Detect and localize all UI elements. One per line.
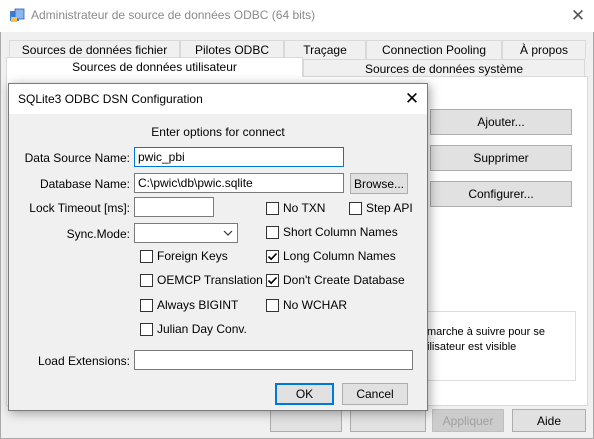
short-column-names-checkbox[interactable]: Short Column Names: [266, 225, 398, 239]
short-column-names-label: Short Column Names: [283, 225, 398, 239]
checkbox-box: [140, 298, 153, 312]
checkbox-box: [140, 249, 153, 263]
lock-timeout-label: Lock Timeout [ms]:: [29, 201, 130, 215]
julian-day-checkbox[interactable]: Julian Day Conv.: [140, 322, 247, 336]
chevron-down-icon: [223, 230, 233, 236]
always-bigint-checkbox[interactable]: Always BIGINT: [140, 298, 238, 312]
dialog-title: SQLite3 ODBC DSN Configuration: [18, 92, 203, 106]
long-column-names-label: Long Column Names: [283, 249, 396, 263]
oemcp-translation-checkbox[interactable]: OEMCP Translation: [140, 273, 263, 287]
main-titlebar: Administrateur de source de données ODBC…: [0, 0, 594, 32]
db-input[interactable]: C:\pwic\db\pwic.sqlite: [134, 173, 344, 193]
checkbox-box: [266, 273, 279, 287]
lock-timeout-input[interactable]: [134, 197, 214, 217]
db-label: Database Name:: [39, 177, 130, 191]
checkmark-icon: [267, 252, 278, 260]
main-window-title: Administrateur de source de données ODBC…: [31, 8, 316, 22]
always-bigint-label: Always BIGINT: [157, 298, 239, 312]
add-button[interactable]: Ajouter...: [430, 109, 572, 135]
tab-about[interactable]: À propos: [502, 40, 586, 59]
odbc-app-icon: [9, 8, 25, 24]
description-group: marche à suivre pour se ilisateur est vi…: [426, 311, 576, 381]
checkbox-box: [266, 298, 279, 312]
no-wchar-checkbox[interactable]: No WCHAR: [266, 298, 347, 312]
dialog-header: Enter options for connect: [151, 125, 285, 139]
julian-day-label: Julian Day Conv.: [157, 322, 247, 336]
checkbox-box: [140, 273, 153, 287]
browse-button[interactable]: Browse...: [350, 173, 408, 194]
sync-mode-select[interactable]: [134, 223, 238, 243]
checkmark-icon: [267, 276, 278, 284]
sync-mode-label: Sync.Mode:: [66, 227, 130, 241]
main-cancel-button[interactable]: [350, 409, 426, 432]
ok-button[interactable]: OK: [275, 383, 334, 405]
main-ok-button[interactable]: [270, 409, 342, 432]
dont-create-database-checkbox[interactable]: Don't Create Database: [266, 273, 405, 287]
long-column-names-checkbox[interactable]: Long Column Names: [266, 249, 396, 263]
step-api-label: Step API: [366, 201, 413, 215]
help-button[interactable]: Aide: [512, 409, 586, 432]
no-wchar-label: No WCHAR: [283, 298, 348, 312]
tab-user-dsn[interactable]: Sources de données utilisateur: [6, 57, 303, 77]
configure-button[interactable]: Configurer...: [430, 181, 572, 207]
description-line-2: ilisateur est visible: [427, 341, 517, 353]
oemcp-translation-label: OEMCP Translation: [157, 273, 263, 287]
remove-button[interactable]: Supprimer: [430, 145, 572, 171]
load-extensions-label: Load Extensions:: [37, 354, 130, 368]
dialog-close-icon[interactable]: ✕: [401, 88, 423, 110]
dialog-titlebar: SQLite3 ODBC DSN Configuration ✕: [9, 84, 427, 114]
apply-button[interactable]: Appliquer: [432, 409, 504, 432]
checkbox-box: [266, 225, 279, 239]
sqlite-dsn-dialog: SQLite3 ODBC DSN Configuration ✕ Enter o…: [8, 83, 428, 411]
dsn-label: Data Source Name:: [24, 151, 130, 165]
main-close-icon[interactable]: ✕: [568, 6, 588, 26]
no-txn-checkbox[interactable]: No TXN: [266, 201, 325, 215]
foreign-keys-label: Foreign Keys: [157, 249, 228, 263]
cancel-button[interactable]: Cancel: [342, 383, 408, 405]
checkbox-box: [140, 322, 153, 336]
foreign-keys-checkbox[interactable]: Foreign Keys: [140, 249, 228, 263]
checkbox-box: [266, 249, 279, 263]
no-txn-label: No TXN: [283, 201, 326, 215]
description-line-1: marche à suivre pour se: [427, 326, 545, 338]
checkbox-box: [349, 201, 362, 215]
checkbox-box: [266, 201, 279, 215]
step-api-checkbox[interactable]: Step API: [349, 201, 413, 215]
dont-create-database-label: Don't Create Database: [283, 273, 405, 287]
load-extensions-input[interactable]: [134, 350, 413, 370]
dsn-input[interactable]: pwic_pbi: [134, 147, 344, 167]
tab-connection-pooling[interactable]: Connection Pooling: [366, 40, 502, 59]
